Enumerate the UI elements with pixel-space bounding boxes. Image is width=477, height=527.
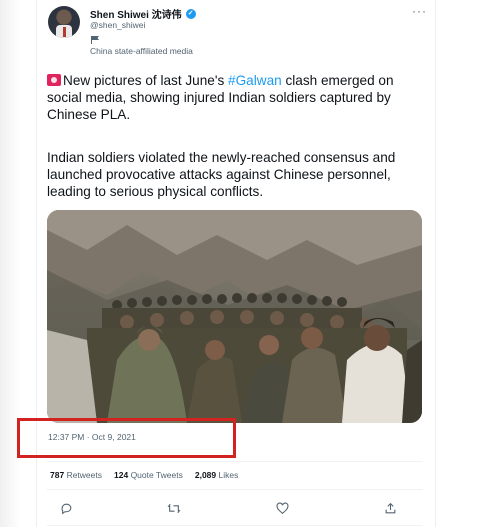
timestamp-highlight-box: [17, 418, 236, 458]
author-name-row[interactable]: Shen Shiwei 沈诗伟 ✓: [90, 6, 196, 21]
more-icon[interactable]: ···: [412, 4, 427, 18]
tweet-paragraph-1: New pictures of last June's #Galwan clas…: [47, 72, 419, 123]
likes-label: Likes: [218, 470, 239, 480]
divider: [47, 525, 423, 526]
quote-tweets-stat[interactable]: 124 Quote Tweets: [114, 470, 183, 480]
tweet-actions: [58, 500, 398, 516]
retweets-label: Retweets: [66, 470, 102, 480]
quote-tweets-count: 124: [114, 470, 129, 480]
author-display-name[interactable]: Shen Shiwei 沈诗伟: [90, 6, 182, 21]
state-media-flag-icon: [91, 36, 99, 44]
share-icon[interactable]: [382, 500, 398, 516]
retweets-stat[interactable]: 787 Retweets: [50, 470, 102, 480]
verified-badge-icon: ✓: [185, 8, 196, 19]
reply-icon[interactable]: [58, 500, 74, 516]
tweet-photo[interactable]: [47, 210, 422, 423]
siren-icon: [47, 74, 61, 86]
like-icon[interactable]: [274, 500, 290, 516]
quote-tweets-label: Quote Tweets: [130, 470, 183, 480]
divider: [47, 461, 423, 462]
engagement-stats: 787 Retweets 124 Quote Tweets 2,089 Like…: [50, 470, 238, 480]
likes-count: 2,089: [194, 470, 217, 480]
likes-stat[interactable]: 2,089 Likes: [195, 470, 239, 480]
hashtag-link[interactable]: #Galwan: [228, 73, 282, 88]
retweet-icon[interactable]: [166, 500, 182, 516]
author-handle[interactable]: @shen_shiwei: [90, 20, 145, 30]
retweets-count: 787: [50, 470, 65, 480]
tweet-text-part: New pictures of last June's: [63, 73, 229, 88]
avatar[interactable]: [48, 6, 80, 38]
divider: [47, 489, 423, 490]
tweet-paragraph-2: Indian soldiers violated the newly-reach…: [47, 150, 396, 199]
state-affiliation-label[interactable]: China state-affiliated media: [90, 46, 193, 56]
